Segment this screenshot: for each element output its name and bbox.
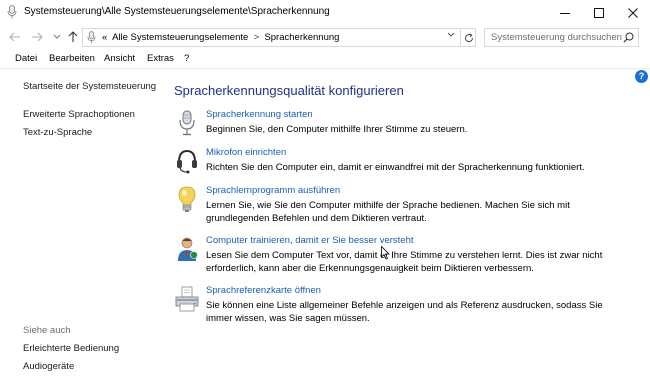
menu-datei[interactable]: Datei (15, 53, 37, 64)
task-desc-setup-microphone: Richten Sie den Computer ein, damit er e… (206, 162, 585, 173)
navigation-bar: « Alle Systemsteuerungselemente > Sprach… (0, 25, 650, 49)
menu-ansicht[interactable]: Ansicht (104, 53, 135, 64)
menu-bearbeiten[interactable]: Bearbeiten (49, 53, 95, 64)
task-link-reference-card[interactable]: Sprachreferenzkarte öffnen (206, 285, 321, 296)
microphone-app-icon (7, 5, 17, 19)
back-button[interactable] (8, 30, 22, 44)
search-icon[interactable] (623, 32, 634, 43)
task-link-start-speech[interactable]: Spracherkennung starten (206, 109, 313, 120)
arrow-up-icon (68, 31, 78, 42)
task-desc-speech-tutorial: Lernen Sie, wie Sie den Computer mithilf… (206, 200, 570, 224)
refresh-button[interactable] (460, 29, 476, 46)
task-link-speech-tutorial[interactable]: Sprachlernprogramm ausführen (206, 185, 340, 196)
arrow-right-icon (32, 32, 43, 42)
search-placeholder: Systemsteuerung durchsuchen (491, 32, 622, 43)
sidebar-item-text-to-speech[interactable]: Text-zu-Sprache (23, 127, 92, 138)
address-bar[interactable]: « Alle Systemsteuerungselemente > Sprach… (82, 28, 476, 47)
sidebar-home-link[interactable]: Startseite der Systemsteuerung (23, 81, 156, 92)
recent-locations-button[interactable] (52, 30, 62, 44)
close-icon (628, 7, 638, 18)
page-title: Spracherkennungsqualität konfigurieren (174, 83, 404, 98)
task-link-train-computer[interactable]: Computer trainieren, damit er Sie besser… (206, 235, 414, 246)
help-button[interactable]: ? (635, 70, 648, 83)
close-button[interactable] (616, 0, 650, 25)
task-link-setup-microphone[interactable]: Mikrofon einrichten (206, 147, 286, 158)
up-button[interactable] (66, 30, 80, 44)
refresh-icon (464, 32, 473, 42)
menu-bar: Datei Bearbeiten Ansicht Extras ? (0, 51, 650, 67)
address-dropdown-button[interactable] (445, 31, 457, 44)
menu-extras[interactable]: Extras (147, 53, 174, 64)
arrow-left-icon (9, 32, 20, 42)
title-bar: Systemsteuerung\Alle Systemsteuerungsele… (0, 0, 650, 25)
forward-button[interactable] (30, 30, 44, 44)
task-desc-reference-card: Sie können eine Liste allgemeiner Befehl… (206, 300, 603, 324)
see-also-audio-devices[interactable]: Audiogeräte (23, 361, 74, 372)
maximize-icon (594, 7, 604, 18)
lightbulb-icon (178, 186, 196, 212)
printer-icon (175, 286, 199, 312)
chevron-down-icon (53, 34, 61, 39)
menu-divider (0, 68, 650, 69)
chevron-down-icon (447, 32, 455, 37)
see-also-accessibility[interactable]: Erleichterte Bedienung (23, 343, 119, 354)
task-desc-train-computer: Lesen Sie dem Computer Text vor, damit e… (206, 250, 603, 274)
breadcrumb-item-all-elements[interactable]: Alle Systemsteuerungselemente (112, 32, 248, 43)
breadcrumb: « Alle Systemsteuerungselemente > Sprach… (102, 32, 339, 43)
microphone-icon (179, 110, 195, 136)
user-train-icon (178, 237, 198, 261)
menu-help[interactable]: ? (184, 53, 189, 64)
minimize-button[interactable] (548, 0, 582, 25)
breadcrumb-separator[interactable]: > (254, 32, 260, 43)
microphone-icon (87, 31, 96, 44)
breadcrumb-item-speech[interactable]: Spracherkennung (264, 32, 339, 43)
see-also-heading: Siehe auch (23, 325, 71, 336)
search-input[interactable]: Systemsteuerung durchsuchen (484, 28, 639, 47)
maximize-button[interactable] (582, 0, 616, 25)
headset-icon (177, 149, 197, 174)
task-desc-start-speech: Beginnen Sie, den Computer mithilfe Ihre… (206, 124, 468, 135)
minimize-icon (560, 12, 570, 14)
mouse-cursor-icon (381, 246, 390, 260)
breadcrumb-overflow[interactable]: « (102, 32, 107, 43)
window-title: Systemsteuerung\Alle Systemsteuerungsele… (24, 6, 330, 17)
sidebar-item-advanced-speech[interactable]: Erweiterte Sprachoptionen (23, 109, 135, 120)
